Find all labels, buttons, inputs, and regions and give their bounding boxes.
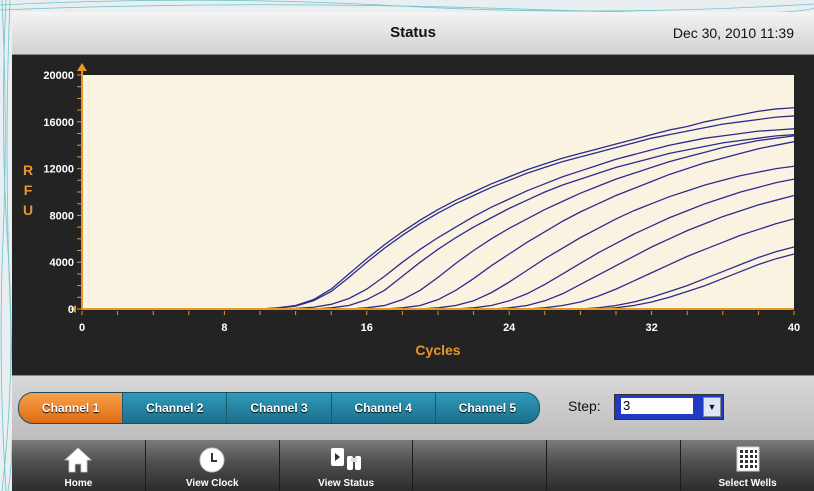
x-tick-label: 32 (645, 322, 657, 334)
select-wells-button[interactable]: Select Wells (681, 440, 814, 491)
select-wells-button-label: Select Wells (718, 478, 777, 489)
y-tick-label: 4000 (50, 257, 74, 269)
chart-svg: 0 8 16 24 32 40 0 4000 8000 12000 16000 20000 Cycles… (23, 63, 800, 358)
channel-5-button[interactable]: Channel 5 (436, 393, 539, 423)
grid-icon (736, 446, 760, 472)
y-tick-label: 0 (68, 304, 74, 316)
y-axis-label: F (24, 182, 33, 198)
channel-2-button[interactable]: Channel 2 (123, 393, 228, 423)
empty-toolbar-button-1[interactable] (413, 440, 548, 491)
amplification-chart: 0 8 16 24 32 40 0 4000 8000 12000 16000 20000 Cycles… (12, 55, 814, 375)
x-tick-label: 24 (503, 322, 516, 334)
y-axis-label: U (23, 202, 33, 218)
date-time-display: Dec 30, 2010 11:39 (672, 25, 794, 41)
plot-background (82, 75, 794, 309)
y-axis-label: R (23, 162, 33, 178)
step-label: Step: (568, 398, 601, 414)
home-button[interactable]: Home (12, 440, 146, 491)
chevron-down-icon[interactable]: ▼ (703, 397, 721, 417)
status-header: Status Dec 30, 2010 11:39 (12, 12, 814, 55)
channel-1-button[interactable]: Channel 1 (19, 393, 124, 423)
y-tick-label: 8000 (50, 210, 74, 222)
channel-selector: Channel 1 Channel 2 Channel 3 Channel 4 … (18, 392, 540, 424)
y-tick-label: 12000 (43, 164, 74, 176)
y-axis-arrow (77, 63, 87, 71)
clock-icon (199, 447, 225, 473)
instrument-screen: Status Dec 30, 2010 11:39 0 8 16 24 32 40 0 400… (12, 12, 814, 491)
x-axis-label: Cycles (415, 342, 460, 358)
x-tick-label: 40 (788, 322, 800, 334)
y-tick-label: 16000 (43, 117, 74, 129)
view-clock-button[interactable]: View Clock (145, 440, 280, 491)
home-icon (64, 447, 93, 473)
channel-3-button[interactable]: Channel 3 (227, 393, 332, 423)
view-status-button[interactable]: View Status (279, 440, 414, 491)
y-tick-label: 20000 (43, 70, 74, 82)
step-select[interactable]: 3 ▼ (614, 394, 724, 420)
step-value: 3 (621, 398, 693, 414)
home-button-label: Home (64, 478, 93, 489)
empty-toolbar-button-2[interactable] (547, 440, 682, 491)
control-panel: Channel 1 Channel 2 Channel 3 Channel 4 … (12, 375, 814, 441)
bottom-toolbar: Home View Clock View Status Select Wells (12, 440, 814, 491)
view-status-button-label: View Status (318, 478, 375, 489)
x-tick-label: 0 (79, 322, 85, 334)
binoculars-icon (331, 448, 362, 470)
view-clock-button-label: View Clock (185, 478, 239, 489)
x-tick-label: 8 (221, 322, 227, 334)
channel-4-button[interactable]: Channel 4 (332, 393, 436, 423)
x-tick-label: 16 (361, 322, 373, 334)
